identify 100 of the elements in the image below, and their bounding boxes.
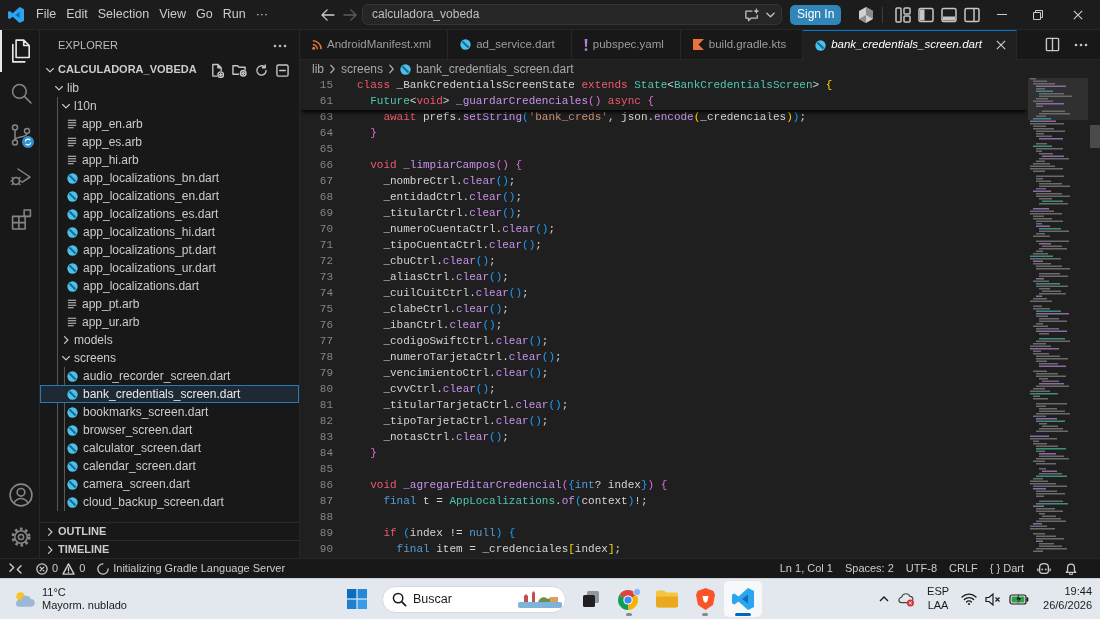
tree-item[interactable]: app_en.arb [40, 115, 299, 133]
text-lines-icon [67, 119, 77, 129]
editor-tab[interactable]: AndroidManifest.xml [300, 29, 449, 60]
code-line: final t = AppLocalizations.of(context)!; [382, 495, 648, 509]
bell-icon[interactable] [1065, 562, 1077, 575]
battery-icon[interactable] [1009, 593, 1030, 605]
tree-item[interactable]: calendar_screen.dart [40, 457, 299, 475]
tree-item[interactable]: l10n [40, 97, 299, 115]
left-panel-icon[interactable] [917, 6, 934, 23]
editor-tab[interactable]: ad_service.dart [448, 29, 572, 60]
right-panel-icon[interactable] [963, 6, 980, 23]
new-file-icon[interactable] [210, 62, 224, 78]
robot-icon[interactable] [1037, 562, 1051, 575]
remote-icon[interactable] [9, 563, 22, 574]
close-icon[interactable] [996, 40, 1006, 50]
tree-item[interactable]: bookmarks_screen.dart [40, 403, 299, 421]
dart-file-icon [67, 424, 78, 436]
breadcrumb-item[interactable]: bank_credentials_screen.dart [416, 61, 574, 77]
code-line: _entidadCtrl.clear(); [382, 191, 523, 205]
account-icon [9, 483, 33, 507]
editor-tab[interactable]: pubspec.yaml [571, 29, 681, 60]
tree-item[interactable]: app_pt.arb [40, 295, 299, 313]
folder-header[interactable]: CALCULADORA_VOBEDA [40, 61, 299, 79]
tree-item[interactable]: bank_credentials_screen.dart [40, 385, 299, 403]
layout-icon[interactable] [894, 6, 911, 23]
running-indicator-icon [626, 613, 632, 616]
status-message[interactable]: Initializing Gradle Language Server [91, 559, 292, 578]
warning-icon [62, 562, 76, 575]
tree-item[interactable]: app_localizations_pt.dart [40, 241, 299, 259]
dart-file-icon [67, 280, 78, 292]
cloud-alert-icon[interactable] [897, 591, 916, 607]
tree-item[interactable]: app_localizations_en.dart [40, 187, 299, 205]
tree-item[interactable]: lib [40, 79, 299, 97]
tree-item[interactable]: models [40, 331, 299, 349]
scrollbar-thumb[interactable] [1090, 125, 1100, 148]
status-bar-item[interactable]: Ln 1, Col 1 [773, 559, 839, 578]
dart-file-icon [67, 370, 78, 382]
tree-item[interactable]: app_localizations_es.dart [40, 205, 299, 223]
sign-in-button[interactable]: Sign In [790, 4, 842, 25]
split-editor-icon[interactable] [1045, 37, 1060, 52]
tree-item[interactable]: app_hi.arb [40, 151, 299, 169]
tree-item[interactable]: cloud_backup_screen.dart [40, 493, 299, 511]
tree-item[interactable]: screens [40, 349, 299, 367]
arrow-left-icon[interactable] [321, 8, 335, 21]
ribbon-logo-icon [8, 6, 24, 23]
chat-sparkle-icon[interactable] [744, 7, 760, 22]
status-bar-item[interactable]: CRLF [943, 559, 984, 578]
settings-icon [10, 526, 32, 548]
menu-item[interactable]: ··· [250, 3, 274, 26]
tree-item[interactable]: app_es.arb [40, 133, 299, 151]
menu-item[interactable]: View [154, 3, 191, 26]
more-icon[interactable] [273, 43, 287, 48]
tree-item[interactable]: audio_recorder_screen.dart [40, 367, 299, 385]
close-icon[interactable] [1073, 9, 1083, 20]
weather-widget[interactable]: 11°C Mayorm. nublado [12, 585, 127, 613]
tree-item[interactable]: app_localizations_ur.dart [40, 259, 299, 277]
line-number: 61 [318, 95, 333, 109]
restore-icon[interactable] [1033, 9, 1043, 20]
tree-item[interactable]: calculator_screen.dart [40, 439, 299, 457]
menu-item[interactable]: Run [217, 3, 251, 26]
tree-item[interactable]: browser_screen.dart [40, 421, 299, 439]
code-line: } [369, 447, 377, 461]
speaker-muted-icon[interactable] [985, 592, 1002, 606]
caret-down-icon[interactable] [766, 11, 775, 18]
more-icon[interactable] [1074, 42, 1088, 47]
clock[interactable]: 19:44 26/6/2026 [1037, 585, 1100, 613]
wifi-icon[interactable] [961, 593, 978, 605]
chevron-up-icon[interactable] [879, 596, 890, 602]
files-icon [10, 39, 32, 63]
line-number: 87 [318, 495, 333, 509]
editor-tab[interactable]: bank_credentials_screen.dart [803, 29, 1017, 60]
dart-file-icon [67, 496, 78, 508]
bottom-panel-icon[interactable] [940, 6, 957, 23]
text-lines-icon [67, 299, 77, 309]
command-center[interactable]: calculadora_vobeda [362, 4, 782, 25]
menu-item[interactable]: Go [191, 3, 218, 26]
breadcrumb-item[interactable]: screens [341, 61, 384, 77]
input-language[interactable]: ESP LAA [927, 585, 950, 613]
line-number: 85 [318, 463, 333, 477]
status-bar-item[interactable]: UTF-8 [899, 559, 943, 578]
polyhedron-icon[interactable] [858, 6, 875, 23]
breadcrumb-item[interactable]: lib [312, 61, 324, 77]
search-field[interactable]: Buscar [382, 585, 566, 613]
menu-item[interactable]: File [31, 3, 62, 26]
problems-button[interactable]: 0 0 [30, 559, 92, 578]
menu-item[interactable]: Edit [61, 3, 93, 26]
new-folder-icon[interactable] [232, 63, 247, 77]
line-number: 83 [318, 431, 333, 445]
collapse-all-icon[interactable] [276, 63, 289, 77]
refresh-icon[interactable] [255, 63, 268, 77]
tree-item[interactable]: app_localizations_hi.dart [40, 223, 299, 241]
section-header[interactable]: OUTLINE [40, 522, 299, 540]
tree-item[interactable]: app_localizations_bn.dart [40, 169, 299, 187]
line-number: 81 [318, 399, 333, 413]
menu-item[interactable]: Selection [92, 3, 155, 26]
tree-item[interactable]: camera_screen.dart [40, 475, 299, 493]
language-mode[interactable]: { } Dart [983, 559, 1030, 578]
tree-item[interactable]: app_ur.arb [40, 313, 299, 331]
tree-item[interactable]: app_localizations.dart [40, 277, 299, 295]
status-bar-item[interactable]: Spaces: 2 [838, 559, 900, 578]
